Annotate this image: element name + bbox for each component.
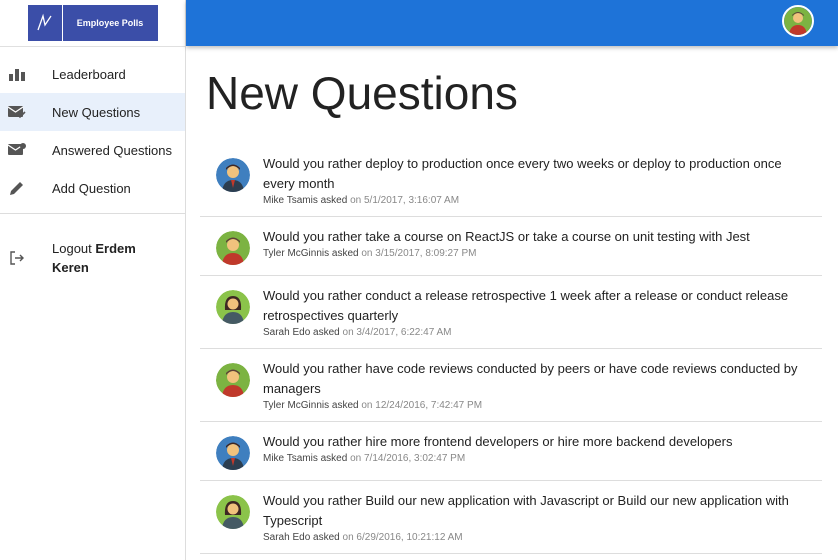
asked-word: asked [331,400,359,411]
author-avatar [216,290,250,324]
question-text: Would you rather hire more frontend deve… [263,434,733,449]
sidebar-item-add-question[interactable]: Add Question [0,169,185,207]
user-avatar[interactable] [782,5,814,37]
author-avatar [216,231,250,265]
question-text: Would you rather Build our new applicati… [263,493,789,528]
logo-mark-icon [28,5,63,41]
logout-button[interactable]: Logout Erdem Keren [0,220,185,280]
asked-word: asked [313,327,340,338]
author-name: Mike Tsamis [263,195,318,206]
question-meta: Tyler McGinnis asked on 12/24/2016, 7:42… [263,400,814,411]
sidebar-item-answered-questions[interactable]: Answered Questions [0,131,185,169]
author-avatar [216,436,250,470]
new-questions-icon [8,103,26,121]
question-text: Would you rather take a course on ReactJ… [263,229,750,244]
answered-questions-icon [8,141,26,159]
question-item[interactable]: Would you rather take a course on ReactJ… [200,217,822,276]
author-name: Sarah Edo [263,532,311,543]
question-date: on 7/14/2016, 3:02:47 PM [350,453,466,464]
question-text: Would you rather have code reviews condu… [263,361,798,396]
question-list: Would you rather deploy to production on… [200,144,822,554]
question-meta: Mike Tsamis asked on 5/1/2017, 3:16:07 A… [263,195,814,206]
question-date: on 3/4/2017, 6:22:47 AM [342,327,452,338]
main-content: New Questions Would you rather deploy to… [186,46,838,560]
sidebar-item-label: New Questions [52,104,141,120]
question-item[interactable]: Would you rather have code reviews condu… [200,349,822,422]
asked-word: asked [313,532,340,543]
pencil-icon [8,179,26,197]
leaderboard-icon [8,65,26,83]
question-date: on 12/24/2016, 7:42:47 PM [361,400,483,411]
logo-area: Employee Polls [0,0,185,47]
author-name: Tyler McGinnis [263,248,330,259]
question-item[interactable]: Would you rather hire more frontend deve… [200,422,822,481]
question-meta: Sarah Edo asked on 6/29/2016, 10:21:12 A… [263,532,814,543]
author-avatar [216,158,250,192]
logout-label: Logout Erdem Keren [52,239,162,277]
sidebar-item-label: Answered Questions [52,142,172,158]
asked-word: asked [320,453,348,464]
question-text: Would you rather deploy to production on… [263,156,782,191]
author-avatar [216,363,250,397]
question-item[interactable]: Would you rather Build our new applicati… [200,481,822,554]
asked-word: asked [331,248,359,259]
question-item[interactable]: Would you rather conduct a release retro… [200,276,822,349]
question-meta: Mike Tsamis asked on 7/14/2016, 3:02:47 … [263,453,814,464]
author-name: Tyler McGinnis [263,400,330,411]
sidebar-divider [0,213,185,214]
sidebar-item-leaderboard[interactable]: Leaderboard [0,55,185,93]
logout-icon [8,249,26,267]
logo-text: Employee Polls [76,18,144,28]
question-meta: Tyler McGinnis asked on 3/15/2017, 8:09:… [263,248,814,259]
asked-word: asked [320,195,348,206]
question-date: on 5/1/2017, 3:16:07 AM [350,195,460,206]
question-item[interactable]: Would you rather deploy to production on… [200,144,822,217]
sidebar-item-label: Add Question [52,180,131,196]
page-title: New Questions [206,67,518,119]
question-date: on 6/29/2016, 10:21:12 AM [342,532,463,543]
author-name: Mike Tsamis [263,453,318,464]
sidebar: Employee Polls Leaderboard New Questions… [0,0,186,560]
top-app-bar [186,0,838,46]
sidebar-item-label: Leaderboard [52,66,126,82]
app-logo[interactable]: Employee Polls [27,5,158,41]
author-avatar [216,495,250,529]
sidebar-item-new-questions[interactable]: New Questions [0,93,185,131]
logout-prefix: Logout [52,241,92,256]
question-text: Would you rather conduct a release retro… [263,288,789,323]
sidebar-nav: Leaderboard New Questions Answered Quest… [0,47,185,280]
question-meta: Sarah Edo asked on 3/4/2017, 6:22:47 AM [263,327,814,338]
author-name: Sarah Edo [263,327,311,338]
question-date: on 3/15/2017, 8:09:27 PM [361,248,477,259]
